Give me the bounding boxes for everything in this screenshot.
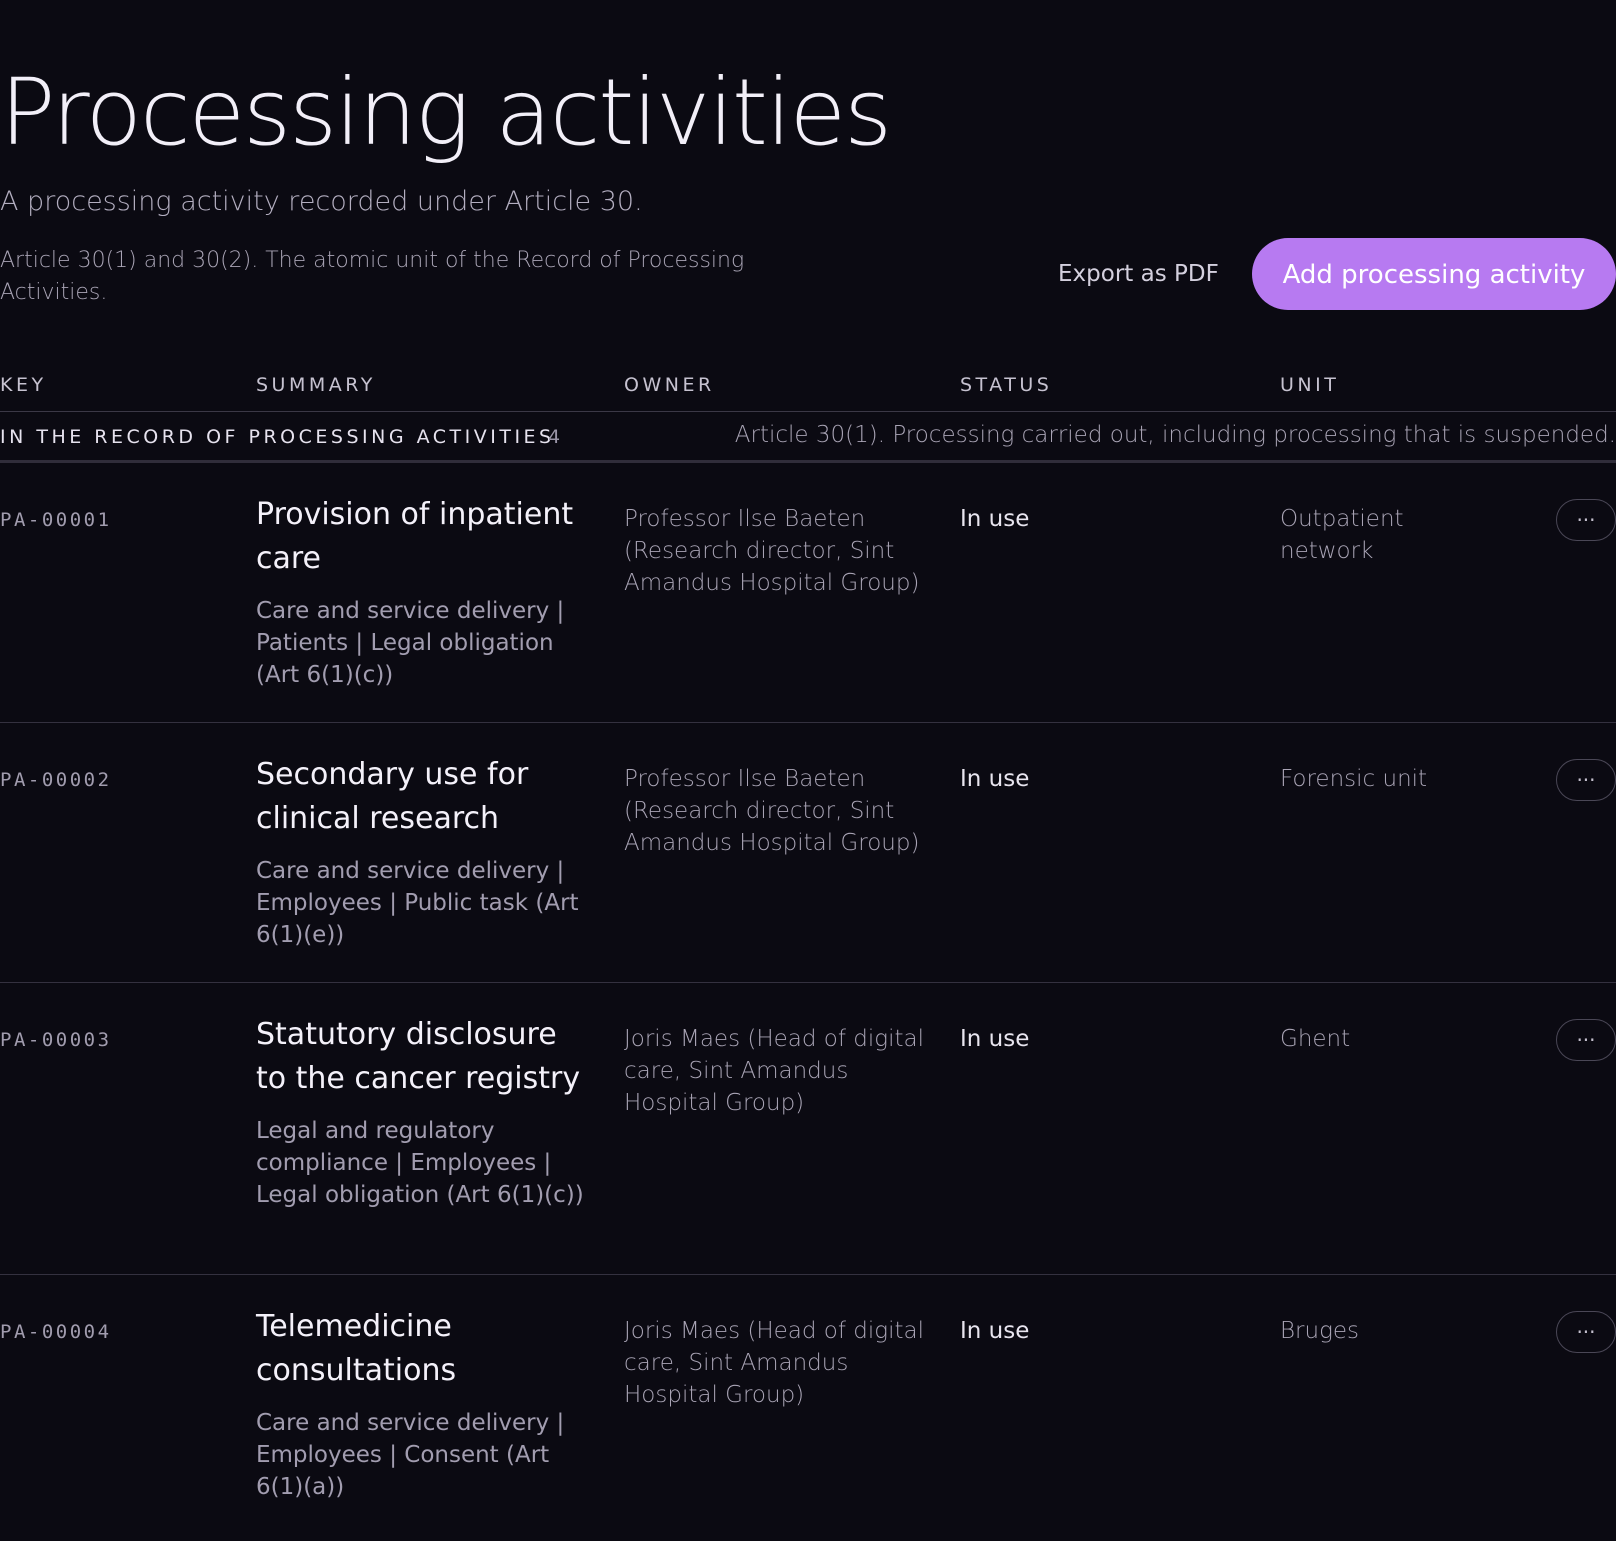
- row-owner: Professor Ilse Baeten (Research director…: [624, 506, 920, 596]
- group-note: Article 30(1). Processing carried out, i…: [734, 422, 1616, 448]
- row-meta: Care and service delivery | Patients | L…: [256, 598, 565, 688]
- table-row[interactable]: PA-00003 Statutory disclosure to the can…: [0, 983, 1616, 1275]
- row-key: PA-00002: [0, 769, 112, 791]
- row-status: In use: [960, 766, 1030, 792]
- row-unit: Outpatient network: [1280, 506, 1404, 564]
- row-unit: Forensic unit: [1280, 766, 1428, 792]
- add-processing-activity-button[interactable]: Add processing activity: [1252, 238, 1616, 310]
- row-meta: Legal and regulatory compliance | Employ…: [256, 1118, 584, 1208]
- more-horizontal-icon[interactable]: ···: [1556, 1019, 1616, 1061]
- table-row[interactable]: PA-00002 Secondary use for clinical rese…: [0, 723, 1616, 983]
- processing-activities-page: Processing activities A processing activ…: [0, 0, 1616, 1541]
- page-description: Article 30(1) and 30(2). The atomic unit…: [0, 248, 745, 305]
- group-count: 4: [548, 426, 561, 448]
- row-summary: Statutory disclosure to the cancer regis…: [256, 1013, 586, 1211]
- row-summary: Secondary use for clinical research Care…: [256, 753, 586, 951]
- row-key: PA-00001: [0, 509, 112, 531]
- column-header-key[interactable]: KEY: [0, 374, 47, 396]
- page-subtitle: A processing activity recorded under Art…: [0, 186, 643, 217]
- row-owner: Joris Maes (Head of digital care, Sint A…: [624, 1026, 924, 1116]
- table-row[interactable]: PA-00004 Telemedicine consultations Care…: [0, 1275, 1616, 1541]
- group-label: IN THE RECORD OF PROCESSING ACTIVITIES: [0, 426, 555, 448]
- row-status: In use: [960, 506, 1030, 532]
- row-status: In use: [960, 1026, 1030, 1052]
- more-horizontal-icon[interactable]: ···: [1556, 1311, 1616, 1353]
- row-key: PA-00003: [0, 1029, 112, 1051]
- row-title[interactable]: Telemedicine consultations: [256, 1305, 586, 1393]
- column-header-summary[interactable]: SUMMARY: [256, 374, 376, 396]
- row-owner: Joris Maes (Head of digital care, Sint A…: [624, 1318, 924, 1408]
- row-title[interactable]: Provision of inpatient care: [256, 493, 586, 581]
- more-horizontal-icon[interactable]: ···: [1556, 499, 1616, 541]
- row-unit: Ghent: [1280, 1026, 1351, 1052]
- row-unit: Bruges: [1280, 1318, 1360, 1344]
- more-horizontal-icon[interactable]: ···: [1556, 759, 1616, 801]
- row-summary: Provision of inpatient care Care and ser…: [256, 493, 586, 691]
- export-pdf-button[interactable]: Export as PDF: [1040, 238, 1237, 310]
- group-header: IN THE RECORD OF PROCESSING ACTIVITIES 4…: [0, 412, 1616, 463]
- row-owner: Professor Ilse Baeten (Research director…: [624, 766, 920, 856]
- table-row[interactable]: PA-00001 Provision of inpatient care Car…: [0, 463, 1616, 723]
- table-header: KEY SUMMARY OWNER STATUS UNIT: [0, 370, 1616, 412]
- column-header-status[interactable]: STATUS: [960, 374, 1052, 396]
- row-meta: Care and service delivery | Employees | …: [256, 858, 579, 948]
- row-key: PA-00004: [0, 1321, 112, 1343]
- row-title[interactable]: Secondary use for clinical research: [256, 753, 586, 841]
- column-header-unit[interactable]: UNIT: [1280, 374, 1339, 396]
- row-summary: Telemedicine consultations Care and serv…: [256, 1305, 586, 1503]
- column-header-owner[interactable]: OWNER: [624, 374, 715, 396]
- row-meta: Care and service delivery | Employees | …: [256, 1410, 565, 1500]
- row-title[interactable]: Statutory disclosure to the cancer regis…: [256, 1013, 586, 1101]
- page-title: Processing activities: [0, 59, 892, 166]
- row-status: In use: [960, 1318, 1030, 1344]
